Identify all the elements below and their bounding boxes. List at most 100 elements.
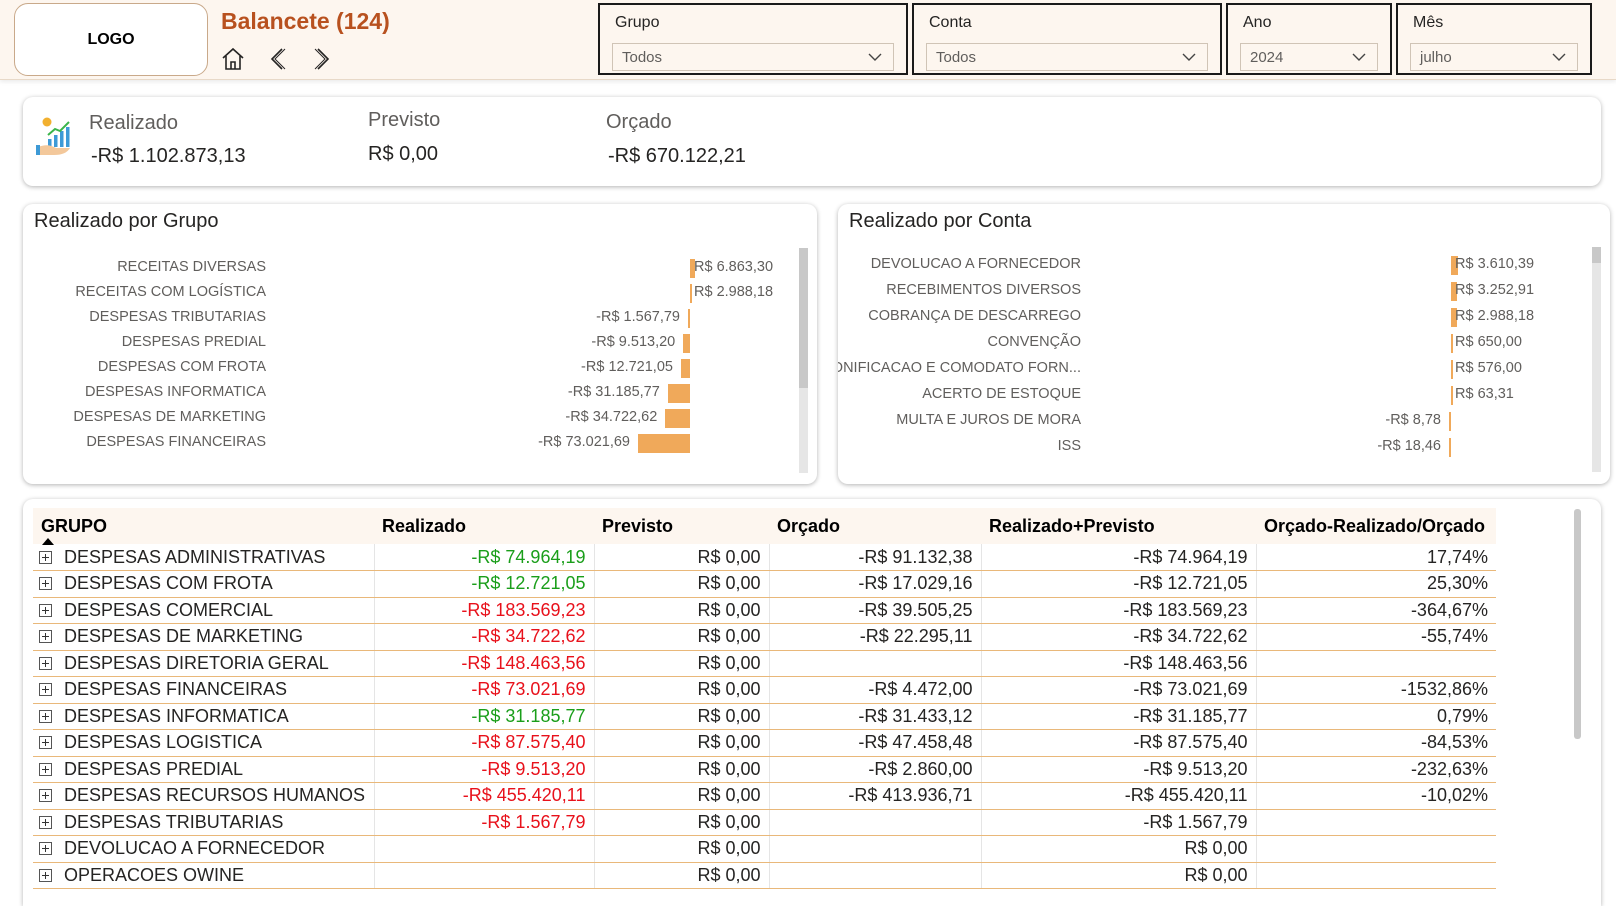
cell-orcado	[768, 650, 981, 677]
bar[interactable]	[665, 409, 690, 428]
chevron-down-icon	[1352, 53, 1366, 61]
table-row[interactable]: DESPESAS COM FROTA -R$ 12.721,05 R$ 0,00 -R…	[33, 570, 1496, 598]
expand-icon[interactable]	[39, 815, 52, 829]
forward-button[interactable]	[307, 44, 337, 74]
kpi-card: Realizado -R$ 1.102.873,13 Previsto R$ 0…	[23, 97, 1601, 186]
mes-dropdown[interactable]: julho	[1410, 43, 1578, 71]
expand-icon[interactable]	[39, 683, 52, 697]
expand-icon[interactable]	[39, 709, 52, 723]
bar-row[interactable]: DESPESAS DE MARKETING -R$ 34.722,62	[23, 405, 793, 431]
conta-dropdown[interactable]: Todos	[926, 43, 1208, 71]
row-group-name: DESPESAS LOGISTICA	[64, 732, 263, 753]
bar-row[interactable]: DESPESAS PREDIAL -R$ 9.513,20	[23, 330, 793, 356]
table-row[interactable]: DESPESAS COMERCIAL -R$ 183.569,23 R$ 0,00-…	[33, 597, 1496, 624]
bar[interactable]	[1449, 412, 1451, 431]
table-row[interactable]: OPERACOES OWINE R$ 0,00 R$ 0,00	[33, 862, 1496, 889]
expand-icon[interactable]	[39, 630, 52, 644]
column-header-realizado-previsto[interactable]: Realizado+Previsto	[981, 508, 1256, 544]
bar[interactable]	[680, 359, 690, 378]
cell-realizado: -R$ 34.722,62	[373, 623, 594, 651]
bar-data-label: -R$ 1.567,79	[596, 309, 680, 325]
scrollbar-thumb[interactable]	[799, 248, 808, 388]
table-row[interactable]: DESPESAS RECURSOS HUMANOS -R$ 455.420,11 R…	[33, 782, 1496, 810]
bar[interactable]	[1451, 360, 1453, 379]
bar-row[interactable]: DESPESAS INFORMATICA -R$ 31.185,77	[23, 380, 793, 406]
table-row[interactable]: DEVOLUCAO A FORNECEDOR R$ 0,00 R$ 0,00	[33, 835, 1496, 863]
bar-row[interactable]: RECEITAS COM LOGÍSTICA R$ 2.988,18	[23, 280, 793, 306]
bar-row[interactable]: RECEITAS DIVERSAS R$ 6.863,30	[23, 255, 793, 281]
bar[interactable]	[1451, 334, 1453, 353]
bar-row[interactable]: DESPESAS COM FROTA -R$ 12.721,05	[23, 355, 793, 381]
cell-orcado	[768, 862, 981, 889]
home-button[interactable]	[218, 44, 248, 74]
row-group-name: DESPESAS COM FROTA	[64, 573, 273, 594]
bar-row[interactable]: DEVOLUCAO A FORNECEDOR R$ 3.610,39	[838, 252, 1590, 278]
bar-category-label: COBRANÇA DE DESCARREGO	[868, 308, 1081, 324]
column-header-orcado-realizado-orcado[interactable]: Orçado-Realizado/Orçado	[1256, 508, 1496, 544]
expand-icon[interactable]	[39, 736, 52, 750]
mes-slicer: Mês julho	[1396, 3, 1592, 75]
cell-previsto: R$ 0,00	[593, 782, 769, 810]
expand-icon[interactable]	[39, 550, 52, 564]
row-group-cell: DESPESAS PREDIAL	[33, 756, 374, 783]
table-row[interactable]: DESPESAS ADMINISTRATIVAS -R$ 74.964,19 R$ …	[33, 544, 1496, 571]
bar-row[interactable]: ISS -R$ 18,46	[838, 434, 1590, 460]
row-group-name: DESPESAS FINANCEIRAS	[64, 679, 288, 700]
vertical-scrollbar[interactable]	[1574, 509, 1581, 739]
table-row[interactable]: DESPESAS LOGISTICA -R$ 87.575,40 R$ 0,00 -R…	[33, 729, 1496, 757]
bar[interactable]	[688, 309, 690, 328]
bar-category-label: RECEITAS DIVERSAS	[117, 259, 266, 275]
bar[interactable]	[1449, 438, 1451, 457]
bar-row[interactable]: ACERTO DE ESTOQUE R$ 63,31	[838, 382, 1590, 408]
expand-icon[interactable]	[39, 868, 52, 882]
column-header-realizado[interactable]: Realizado	[374, 508, 594, 544]
expand-icon[interactable]	[39, 603, 52, 617]
column-header-grupo[interactable]: GRUPO	[33, 508, 374, 545]
bar[interactable]	[1451, 386, 1453, 405]
bar-row[interactable]: BONIFICACAO E COMODATO FORN... R$ 576,00	[838, 356, 1590, 382]
cell-realizado-previsto: -R$ 74.964,19	[980, 544, 1256, 571]
table-row[interactable]: DESPESAS INFORMATICA -R$ 31.185,77 R$ 0,00…	[33, 703, 1496, 730]
expand-icon[interactable]	[39, 762, 52, 776]
cell-realizado: -R$ 74.964,19	[373, 544, 594, 571]
table-row[interactable]: DESPESAS DE MARKETING -R$ 34.722,62 R$ 0,0…	[33, 623, 1496, 651]
expand-icon[interactable]	[39, 789, 52, 803]
bar-category-label: RECEITAS COM LOGÍSTICA	[75, 284, 266, 300]
scrollbar-thumb[interactable]	[1592, 247, 1601, 263]
row-group-name: DESPESAS INFORMATICA	[64, 705, 289, 726]
grupo-dropdown[interactable]: Todos	[612, 43, 894, 71]
home-icon	[222, 47, 244, 70]
row-group-name: DESPESAS RECURSOS HUMANOS	[64, 785, 366, 806]
bar-row[interactable]: RECEBIMENTOS DIVERSOS R$ 3.252,91	[838, 278, 1590, 304]
bar-row[interactable]: DESPESAS FINANCEIRAS -R$ 73.021,69	[23, 430, 793, 456]
back-button[interactable]	[263, 44, 293, 74]
ano-slicer-label: Ano	[1243, 14, 1272, 31]
ano-dropdown[interactable]: 2024	[1240, 43, 1378, 71]
bar[interactable]	[638, 434, 690, 453]
table-row[interactable]: DESPESAS DIRETORIA GERAL -R$ 148.463,56 R$…	[33, 650, 1496, 677]
cell-previsto: R$ 0,00	[593, 544, 769, 571]
bar-data-label: R$ 650,00	[1455, 334, 1522, 350]
bar-data-label: R$ 2.988,18	[694, 284, 774, 300]
bar-row[interactable]: MULTA E JUROS DE MORA -R$ 8,78	[838, 408, 1590, 434]
vertical-scrollbar[interactable]	[1592, 247, 1601, 472]
expand-icon[interactable]	[39, 842, 52, 856]
expand-icon[interactable]	[39, 656, 52, 670]
bar[interactable]	[683, 334, 690, 353]
conta-slicer: Conta Todos	[912, 3, 1222, 75]
column-header-previsto[interactable]: Previsto	[594, 508, 769, 544]
row-group-cell: DESPESAS FINANCEIRAS	[33, 676, 374, 704]
bar-row[interactable]: CONVENÇÃO R$ 650,00	[838, 330, 1590, 356]
vertical-scrollbar[interactable]	[799, 248, 808, 473]
table-row[interactable]: DESPESAS PREDIAL -R$ 9.513,20 R$ 0,00 -R$ 2…	[33, 756, 1496, 783]
cell-previsto: R$ 0,00	[593, 809, 769, 836]
bar-row[interactable]: COBRANÇA DE DESCARREGO R$ 2.988,18	[838, 304, 1590, 330]
bar-row[interactable]: DESPESAS TRIBUTARIAS -R$ 1.567,79	[23, 305, 793, 331]
cell-orcado-realizado-orcado: 25,30%	[1255, 570, 1496, 598]
table-row[interactable]: DESPESAS FINANCEIRAS -R$ 73.021,69 R$ 0,00…	[33, 676, 1496, 704]
bar[interactable]	[667, 384, 690, 403]
expand-icon[interactable]	[39, 577, 52, 591]
column-header-orcado[interactable]: Orçado	[769, 508, 981, 544]
bar[interactable]	[690, 284, 693, 303]
table-row[interactable]: DESPESAS TRIBUTARIAS -R$ 1.567,79 R$ 0,00-…	[33, 809, 1496, 836]
